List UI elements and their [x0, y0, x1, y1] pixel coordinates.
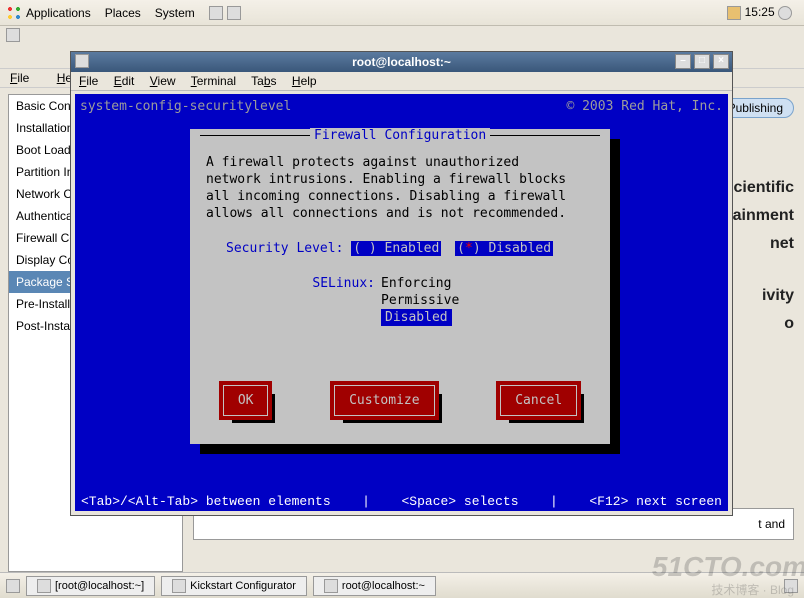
tray-icon-2[interactable]: [227, 6, 241, 20]
terminal-titlebar[interactable]: root@localhost:~ – □ ×: [71, 52, 732, 72]
term-menu-file[interactable]: File: [79, 74, 98, 88]
selinux-options[interactable]: Enforcing Permissive Disabled: [381, 275, 459, 326]
close-button[interactable]: ×: [713, 54, 729, 69]
dialog-desc: A firewall protects against unauthorized…: [206, 154, 594, 222]
show-desktop-icon[interactable]: [6, 579, 20, 593]
clock-time: 15:25: [745, 5, 775, 19]
package-icon: [727, 6, 741, 20]
ks-task-icon: [172, 579, 186, 593]
volume-icon[interactable]: [778, 6, 792, 20]
system-menu[interactable]: System: [155, 6, 195, 20]
terminal-body[interactable]: system-config-securitylevel © 2003 Red H…: [75, 94, 728, 511]
task-kickstart[interactable]: Kickstart Configurator: [161, 576, 307, 596]
selinux-enforcing[interactable]: Enforcing: [381, 275, 459, 292]
task-terminal-2[interactable]: root@localhost:~: [313, 576, 436, 596]
terminal-menubar: File Edit View Terminal Tabs Help: [71, 72, 732, 91]
customize-button[interactable]: Customize: [334, 385, 434, 416]
gnome-top-panel: Applications Places System 15:25: [0, 0, 804, 26]
tui-copyright: © 2003 Red Hat, Inc.: [566, 99, 723, 114]
maximize-button[interactable]: □: [694, 54, 710, 69]
terminal-icon: [75, 54, 89, 68]
term-menu-edit[interactable]: Edit: [114, 74, 135, 88]
gnome-bottom-panel: [root@localhost:~] Kickstart Configurato…: [0, 572, 804, 598]
term-menu-terminal[interactable]: Terminal: [191, 74, 236, 88]
selinux-disabled[interactable]: Disabled: [381, 309, 452, 326]
tui-app-name: system-config-securitylevel: [80, 99, 291, 114]
dialog-buttons: OK Customize Cancel: [190, 385, 610, 416]
term-icon-2: [324, 579, 338, 593]
firewall-dialog: Firewall Configuration A firewall protec…: [190, 129, 610, 444]
radio-enabled[interactable]: ( ) Enabled: [351, 241, 441, 256]
term-menu-help[interactable]: Help: [292, 74, 317, 88]
term-menu-tabs[interactable]: Tabs: [251, 74, 276, 88]
clock[interactable]: 15:25: [727, 5, 792, 20]
term-icon-1: [37, 579, 51, 593]
radio-disabled[interactable]: (*) Disabled: [455, 241, 553, 256]
terminal-title: root@localhost:~: [352, 55, 451, 69]
applications-menu[interactable]: Applications: [26, 6, 91, 20]
security-level-label: Security Level:: [226, 241, 343, 256]
selinux-label: SELinux:: [206, 275, 381, 326]
workspace-switcher[interactable]: [784, 579, 798, 593]
selinux-permissive[interactable]: Permissive: [381, 292, 459, 309]
app-icon: [6, 28, 20, 42]
ok-button[interactable]: OK: [223, 385, 269, 416]
tray-icon-1[interactable]: [209, 6, 223, 20]
tui-hint: <Tab>/<Alt-Tab> between elements | <Spac…: [81, 494, 722, 509]
ks-menu-file[interactable]: File: [10, 71, 41, 85]
cancel-button[interactable]: Cancel: [500, 385, 577, 416]
minimize-button[interactable]: –: [675, 54, 691, 69]
places-menu[interactable]: Places: [105, 6, 141, 20]
dialog-title: Firewall Configuration: [310, 128, 490, 143]
task-terminal-1[interactable]: [root@localhost:~]: [26, 576, 155, 596]
term-menu-view[interactable]: View: [150, 74, 176, 88]
terminal-window: root@localhost:~ – □ × File Edit View Te…: [70, 51, 733, 516]
applications-icon: [6, 5, 22, 21]
